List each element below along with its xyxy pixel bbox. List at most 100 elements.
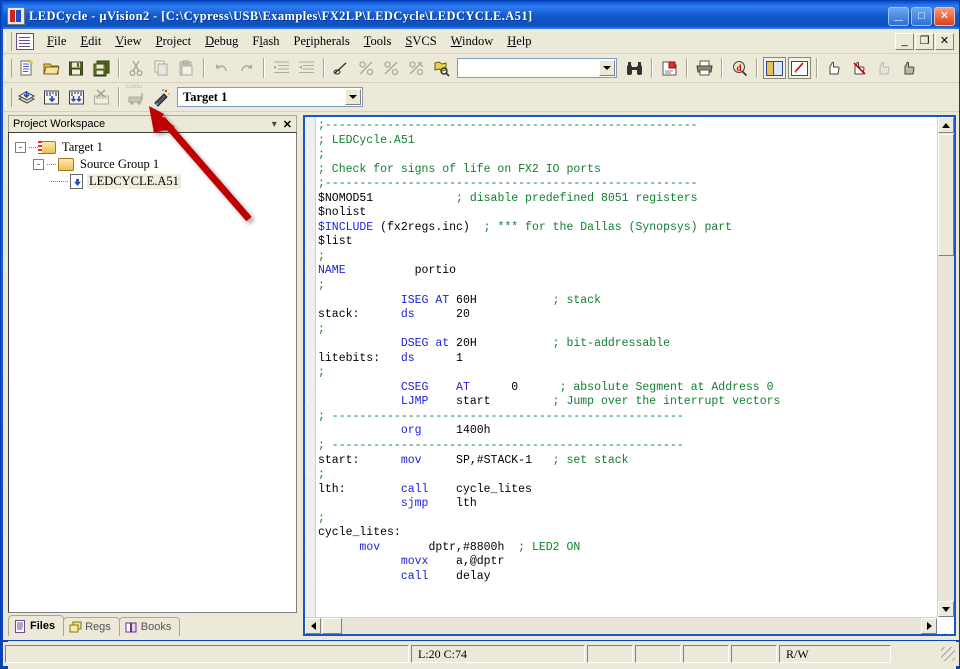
back-icon[interactable] bbox=[898, 57, 921, 79]
build-toolbar-grip[interactable] bbox=[5, 87, 12, 107]
code-line: ; bbox=[318, 322, 325, 336]
expander-icon[interactable]: - bbox=[33, 159, 44, 170]
save-icon[interactable] bbox=[65, 57, 88, 79]
resize-grip[interactable] bbox=[941, 647, 955, 661]
project-tree[interactable]: - Target 1 - Source Group 1 LEDCYCLE.A51 bbox=[8, 132, 297, 613]
maximize-button[interactable]: □ bbox=[911, 6, 932, 26]
open-project-icon[interactable] bbox=[658, 57, 681, 79]
cut-icon[interactable] bbox=[125, 57, 148, 79]
scroll-up-button[interactable] bbox=[938, 117, 954, 133]
project-window-icon[interactable] bbox=[763, 57, 786, 79]
clear-bookmarks-icon[interactable] bbox=[405, 57, 428, 79]
new-file-icon[interactable] bbox=[15, 57, 38, 79]
menu-bar: FFileile Edit View Project Debug Flash P… bbox=[3, 29, 959, 54]
editor-vertical-scrollbar[interactable] bbox=[937, 117, 954, 617]
menu-flash[interactable]: Flash bbox=[245, 31, 286, 52]
undo-icon[interactable] bbox=[210, 57, 233, 79]
download-icon[interactable]: LOAD bbox=[125, 84, 148, 108]
code-line: ; bbox=[318, 148, 325, 162]
clear-browser-icon[interactable] bbox=[848, 57, 871, 79]
toolbar-separator bbox=[651, 58, 653, 78]
find-combo[interactable] bbox=[457, 58, 617, 78]
minimize-button[interactable]: _ bbox=[888, 5, 909, 26]
redo-icon[interactable] bbox=[235, 57, 258, 79]
target-combo[interactable]: Target 1 bbox=[177, 87, 363, 107]
close-button[interactable]: ✕ bbox=[934, 6, 955, 26]
status-message bbox=[5, 645, 409, 663]
print-icon[interactable] bbox=[693, 57, 716, 79]
tree-item-target[interactable]: - Target 1 bbox=[13, 139, 292, 156]
code-line: $nolist bbox=[318, 206, 367, 220]
pin-icon[interactable]: ▾ bbox=[272, 119, 277, 130]
tree-item-file[interactable]: LEDCYCLE.A51 bbox=[13, 173, 292, 190]
scroll-left-button[interactable] bbox=[305, 618, 321, 634]
prev-bookmark-icon[interactable] bbox=[380, 57, 403, 79]
minimize-icon: _ bbox=[894, 5, 903, 23]
code-line: sjmp lth bbox=[400, 497, 477, 511]
mdi-restore-button[interactable]: ❐ bbox=[915, 32, 934, 50]
editor-horizontal-scrollbar[interactable] bbox=[305, 617, 937, 634]
menu-file[interactable]: FFileile bbox=[40, 31, 73, 52]
scroll-right-button[interactable] bbox=[921, 618, 937, 634]
asm-file-icon bbox=[70, 174, 83, 189]
stop-build-icon[interactable] bbox=[90, 86, 113, 108]
next-bookmark-icon[interactable] bbox=[355, 57, 378, 79]
menu-project[interactable]: Project bbox=[149, 31, 198, 52]
menu-window[interactable]: Window bbox=[444, 31, 501, 52]
copy-icon[interactable] bbox=[150, 57, 173, 79]
paste-icon[interactable] bbox=[175, 57, 198, 79]
editor-window: ;---------------------------------------… bbox=[303, 115, 956, 636]
code-line: ; bbox=[318, 511, 325, 525]
find-combo-arrow-icon[interactable] bbox=[599, 60, 615, 76]
expander-icon[interactable]: - bbox=[15, 142, 26, 153]
tree-item-source-group[interactable]: - Source Group 1 bbox=[13, 156, 292, 173]
source-code-text[interactable]: ;---------------------------------------… bbox=[318, 119, 936, 616]
uvision-logo-icon[interactable] bbox=[7, 7, 25, 25]
indent-icon[interactable] bbox=[270, 57, 293, 79]
toggle-bookmark-icon[interactable] bbox=[330, 57, 353, 79]
source-browser-icon[interactable] bbox=[823, 57, 846, 79]
menubar-grip[interactable] bbox=[5, 31, 12, 51]
menu-view[interactable]: View bbox=[108, 31, 148, 52]
workspace-title: Project Workspace bbox=[13, 118, 106, 130]
save-all-icon[interactable] bbox=[90, 57, 113, 79]
toolbar-separator bbox=[816, 58, 818, 78]
find-in-files-icon[interactable] bbox=[430, 57, 453, 79]
menu-debug[interactable]: Debug bbox=[198, 31, 245, 52]
close-icon[interactable]: ✕ bbox=[283, 118, 292, 131]
rebuild-all-icon[interactable] bbox=[65, 86, 88, 108]
goto-def-icon[interactable] bbox=[873, 57, 896, 79]
menu-help[interactable]: Help bbox=[500, 31, 538, 52]
vertical-scroll-thumb[interactable] bbox=[938, 134, 954, 256]
code-line: org 1400h bbox=[400, 424, 491, 438]
tab-regs[interactable]: Regs bbox=[63, 617, 120, 636]
find-binoculars-icon[interactable] bbox=[623, 57, 646, 79]
target-combo-arrow-icon[interactable] bbox=[345, 89, 361, 105]
mdi-close-button[interactable]: ✕ bbox=[935, 32, 954, 50]
translate-file-icon[interactable] bbox=[15, 86, 38, 108]
find-help-icon[interactable]: d bbox=[728, 57, 751, 79]
output-window-icon[interactable] bbox=[788, 57, 811, 79]
menu-svcs[interactable]: SVCS bbox=[398, 31, 443, 52]
menu-tools[interactable]: Tools bbox=[357, 31, 399, 52]
tree-line bbox=[47, 164, 56, 165]
title-bar: LEDCycle - µVision2 - [C:\Cypress\USB\Ex… bbox=[3, 3, 959, 29]
code-line: ; --------------------------------------… bbox=[318, 409, 684, 423]
status-bar: L:20 C:74 R/W bbox=[3, 642, 959, 666]
code-line: call delay bbox=[400, 569, 491, 583]
uvision-window: LEDCycle - µVision2 - [C:\Cypress\USB\Ex… bbox=[0, 0, 960, 669]
horizontal-scroll-thumb[interactable] bbox=[322, 618, 342, 634]
build-target-icon[interactable] bbox=[40, 86, 63, 108]
target-options-icon[interactable] bbox=[150, 86, 173, 108]
toolbar-grip[interactable] bbox=[5, 58, 12, 78]
status-cursor-position: L:20 C:74 bbox=[411, 645, 585, 663]
tab-books[interactable]: Books bbox=[118, 617, 181, 636]
group-folder-icon bbox=[58, 158, 74, 171]
outdent-icon[interactable] bbox=[295, 57, 318, 79]
mdi-minimize-button[interactable]: _ bbox=[895, 32, 914, 50]
menu-edit[interactable]: Edit bbox=[73, 31, 108, 52]
tab-files[interactable]: Files bbox=[8, 615, 65, 636]
open-file-icon[interactable] bbox=[40, 57, 63, 79]
menu-peripherals[interactable]: Peripherals bbox=[287, 31, 357, 52]
scroll-down-button[interactable] bbox=[938, 601, 954, 617]
